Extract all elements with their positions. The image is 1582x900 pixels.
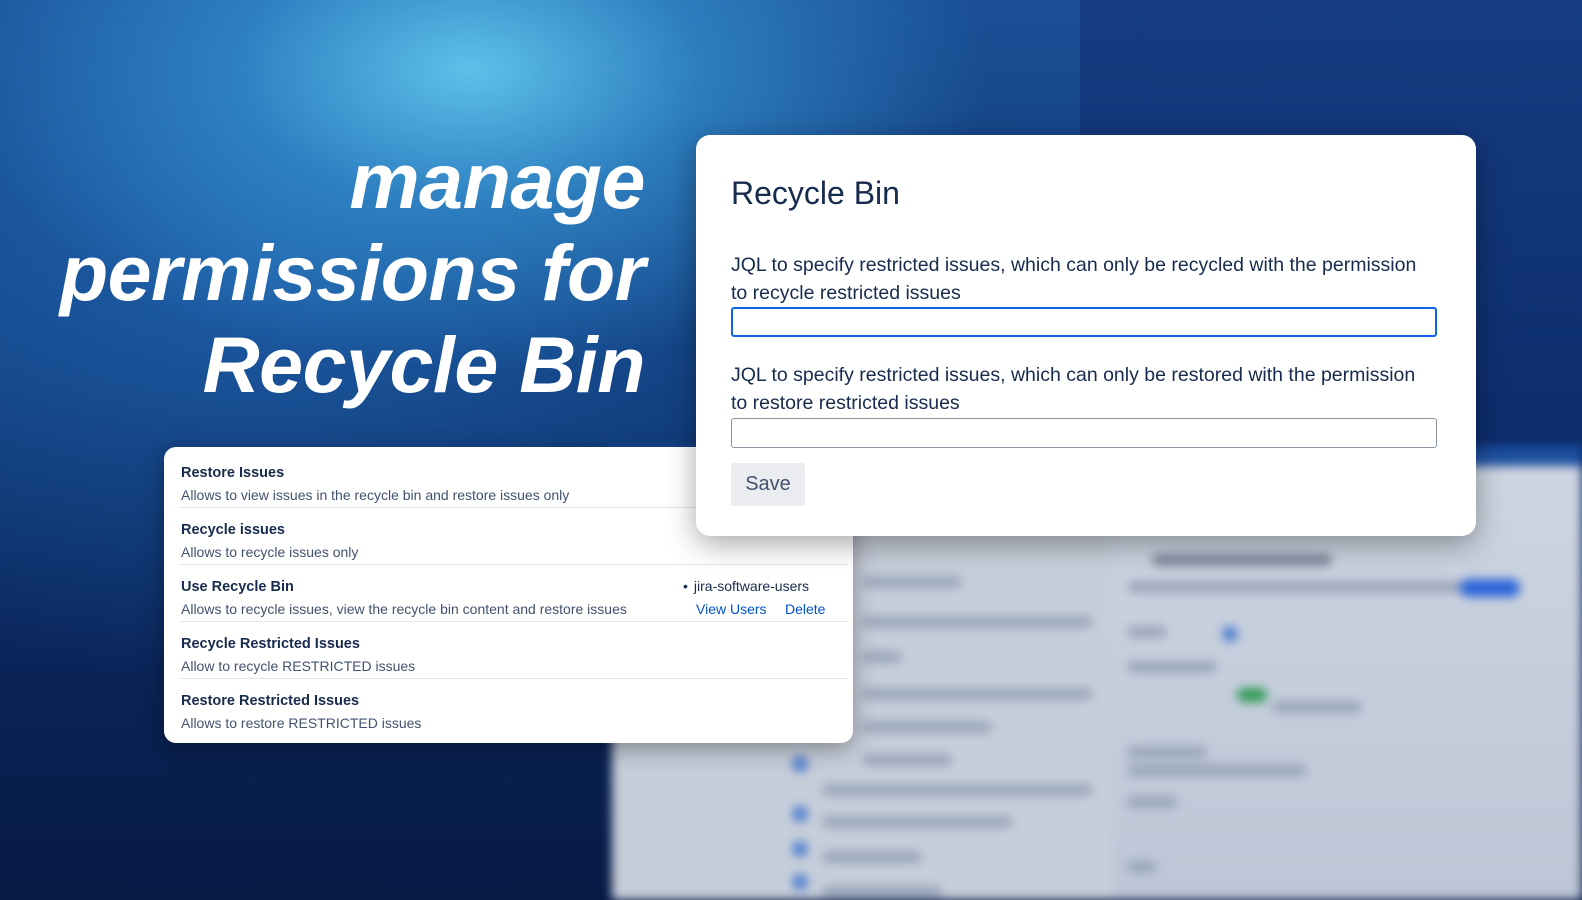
background-icon [792, 841, 808, 857]
background-bar [862, 616, 1092, 628]
permission-description: Allows to recycle issues, view the recyc… [181, 601, 627, 617]
permission-description: Allows to restore RESTRICTED issues [181, 715, 422, 731]
grant-group-name: jira-software-users [693, 578, 810, 594]
background-bar [1272, 701, 1362, 713]
background-bar [822, 851, 922, 863]
permission-title: Recycle issues [181, 522, 285, 538]
background-icon [1222, 626, 1238, 642]
save-button[interactable]: Save [731, 463, 805, 506]
background-icon [792, 806, 808, 822]
background-icon [792, 874, 808, 890]
background-bar [1127, 764, 1307, 776]
permission-row-recycle-restricted: Recycle Restricted Issues Allow to recyc… [180, 622, 847, 679]
background-bar [822, 784, 1092, 796]
background-bar [1127, 796, 1177, 808]
delete-grant-link[interactable]: Delete [785, 601, 825, 617]
background-bar [862, 754, 952, 766]
permission-description: Allows to recycle issues only [181, 544, 359, 560]
background-status [1237, 688, 1267, 702]
headline-line-2: permissions for [59, 228, 646, 317]
permission-title: Restore Issues [181, 465, 285, 481]
permission-grant: • jira-software-users [683, 578, 809, 594]
background-bar [1127, 626, 1167, 638]
permission-row-restore-restricted: Restore Restricted Issues Allows to rest… [180, 679, 847, 736]
background-bar [1152, 554, 1332, 566]
background-bar [862, 721, 992, 733]
background-bar [822, 816, 1012, 828]
background-bar [1127, 861, 1157, 873]
headline-line-3: Recycle Bin [202, 320, 646, 409]
view-users-link[interactable]: View Users [696, 601, 767, 617]
background-bar [862, 688, 1092, 700]
background-bar [862, 651, 902, 663]
recycle-jql-input[interactable] [731, 307, 1437, 337]
permission-title: Use Recycle Bin [181, 579, 294, 595]
settings-title: Recycle Bin [731, 175, 900, 211]
bullet-icon: • [683, 578, 688, 594]
background-bar [1127, 661, 1217, 673]
permission-title: Restore Restricted Issues [181, 693, 360, 709]
recycle-bin-settings-card: Recycle Bin JQL to specify restricted is… [696, 135, 1476, 536]
permission-title: Recycle Restricted Issues [181, 636, 360, 652]
permission-row-use-recycle-bin: Use Recycle Bin Allows to recycle issues… [180, 565, 847, 622]
background-bar [1127, 746, 1207, 758]
recycle-jql-label: JQL to specify restricted issues, which … [731, 254, 1417, 304]
headline: manage permissions for Recycle Bin [40, 135, 646, 411]
restore-jql-input[interactable] [731, 418, 1437, 448]
background-bar [822, 886, 942, 898]
background-bar [1127, 581, 1507, 593]
permission-description: Allow to recycle RESTRICTED issues [181, 658, 416, 674]
restore-jql-label: JQL to specify restricted issues, which … [731, 364, 1416, 414]
permission-description: Allows to view issues in the recycle bin… [181, 487, 570, 503]
background-icon [792, 756, 808, 772]
background-button [1460, 579, 1520, 597]
headline-line-1: manage [349, 136, 645, 225]
background-bar [862, 576, 962, 588]
